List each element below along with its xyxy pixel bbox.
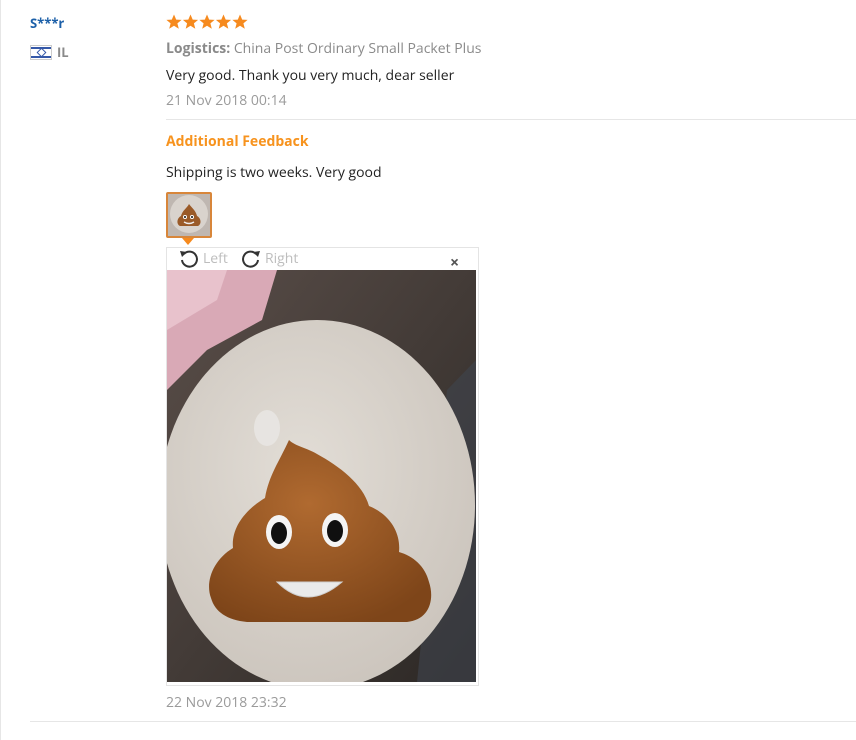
rotate-left-icon[interactable] <box>178 248 200 270</box>
content-left-border <box>0 0 1 740</box>
rating-stars <box>166 14 248 31</box>
additional-feedback-text: Shipping is two weeks. Very good <box>166 163 382 182</box>
rotate-left-button[interactable]: Left <box>203 249 228 268</box>
logistics-line: Logistics: China Post Ordinary Small Pac… <box>166 39 481 58</box>
logistics-label: Logistics: <box>166 39 231 58</box>
additional-feedback-title: Additional Feedback <box>166 132 309 151</box>
logistics-value: China Post Ordinary Small Packet Plus <box>233 39 482 58</box>
photo-thumbnail[interactable] <box>166 192 212 238</box>
plush-toy-image <box>167 270 476 682</box>
star-rating-icon <box>166 14 248 29</box>
thumbnail-pointer <box>182 238 194 245</box>
divider <box>166 119 856 120</box>
review-date: 21 Nov 2018 00:14 <box>166 91 287 110</box>
rotate-right-icon[interactable] <box>240 248 262 270</box>
israel-flag-icon <box>30 45 52 60</box>
reviewer-name[interactable]: S***r <box>30 14 64 32</box>
divider <box>30 721 856 722</box>
rotate-right-button[interactable]: Right <box>265 249 298 268</box>
plush-thumbnail-image <box>168 194 210 236</box>
additional-feedback-date: 22 Nov 2018 23:32 <box>166 693 287 712</box>
reviewer-country: IL <box>57 43 69 61</box>
review-text: Very good. Thank you very much, dear sel… <box>166 66 455 85</box>
review-photo <box>167 270 476 682</box>
